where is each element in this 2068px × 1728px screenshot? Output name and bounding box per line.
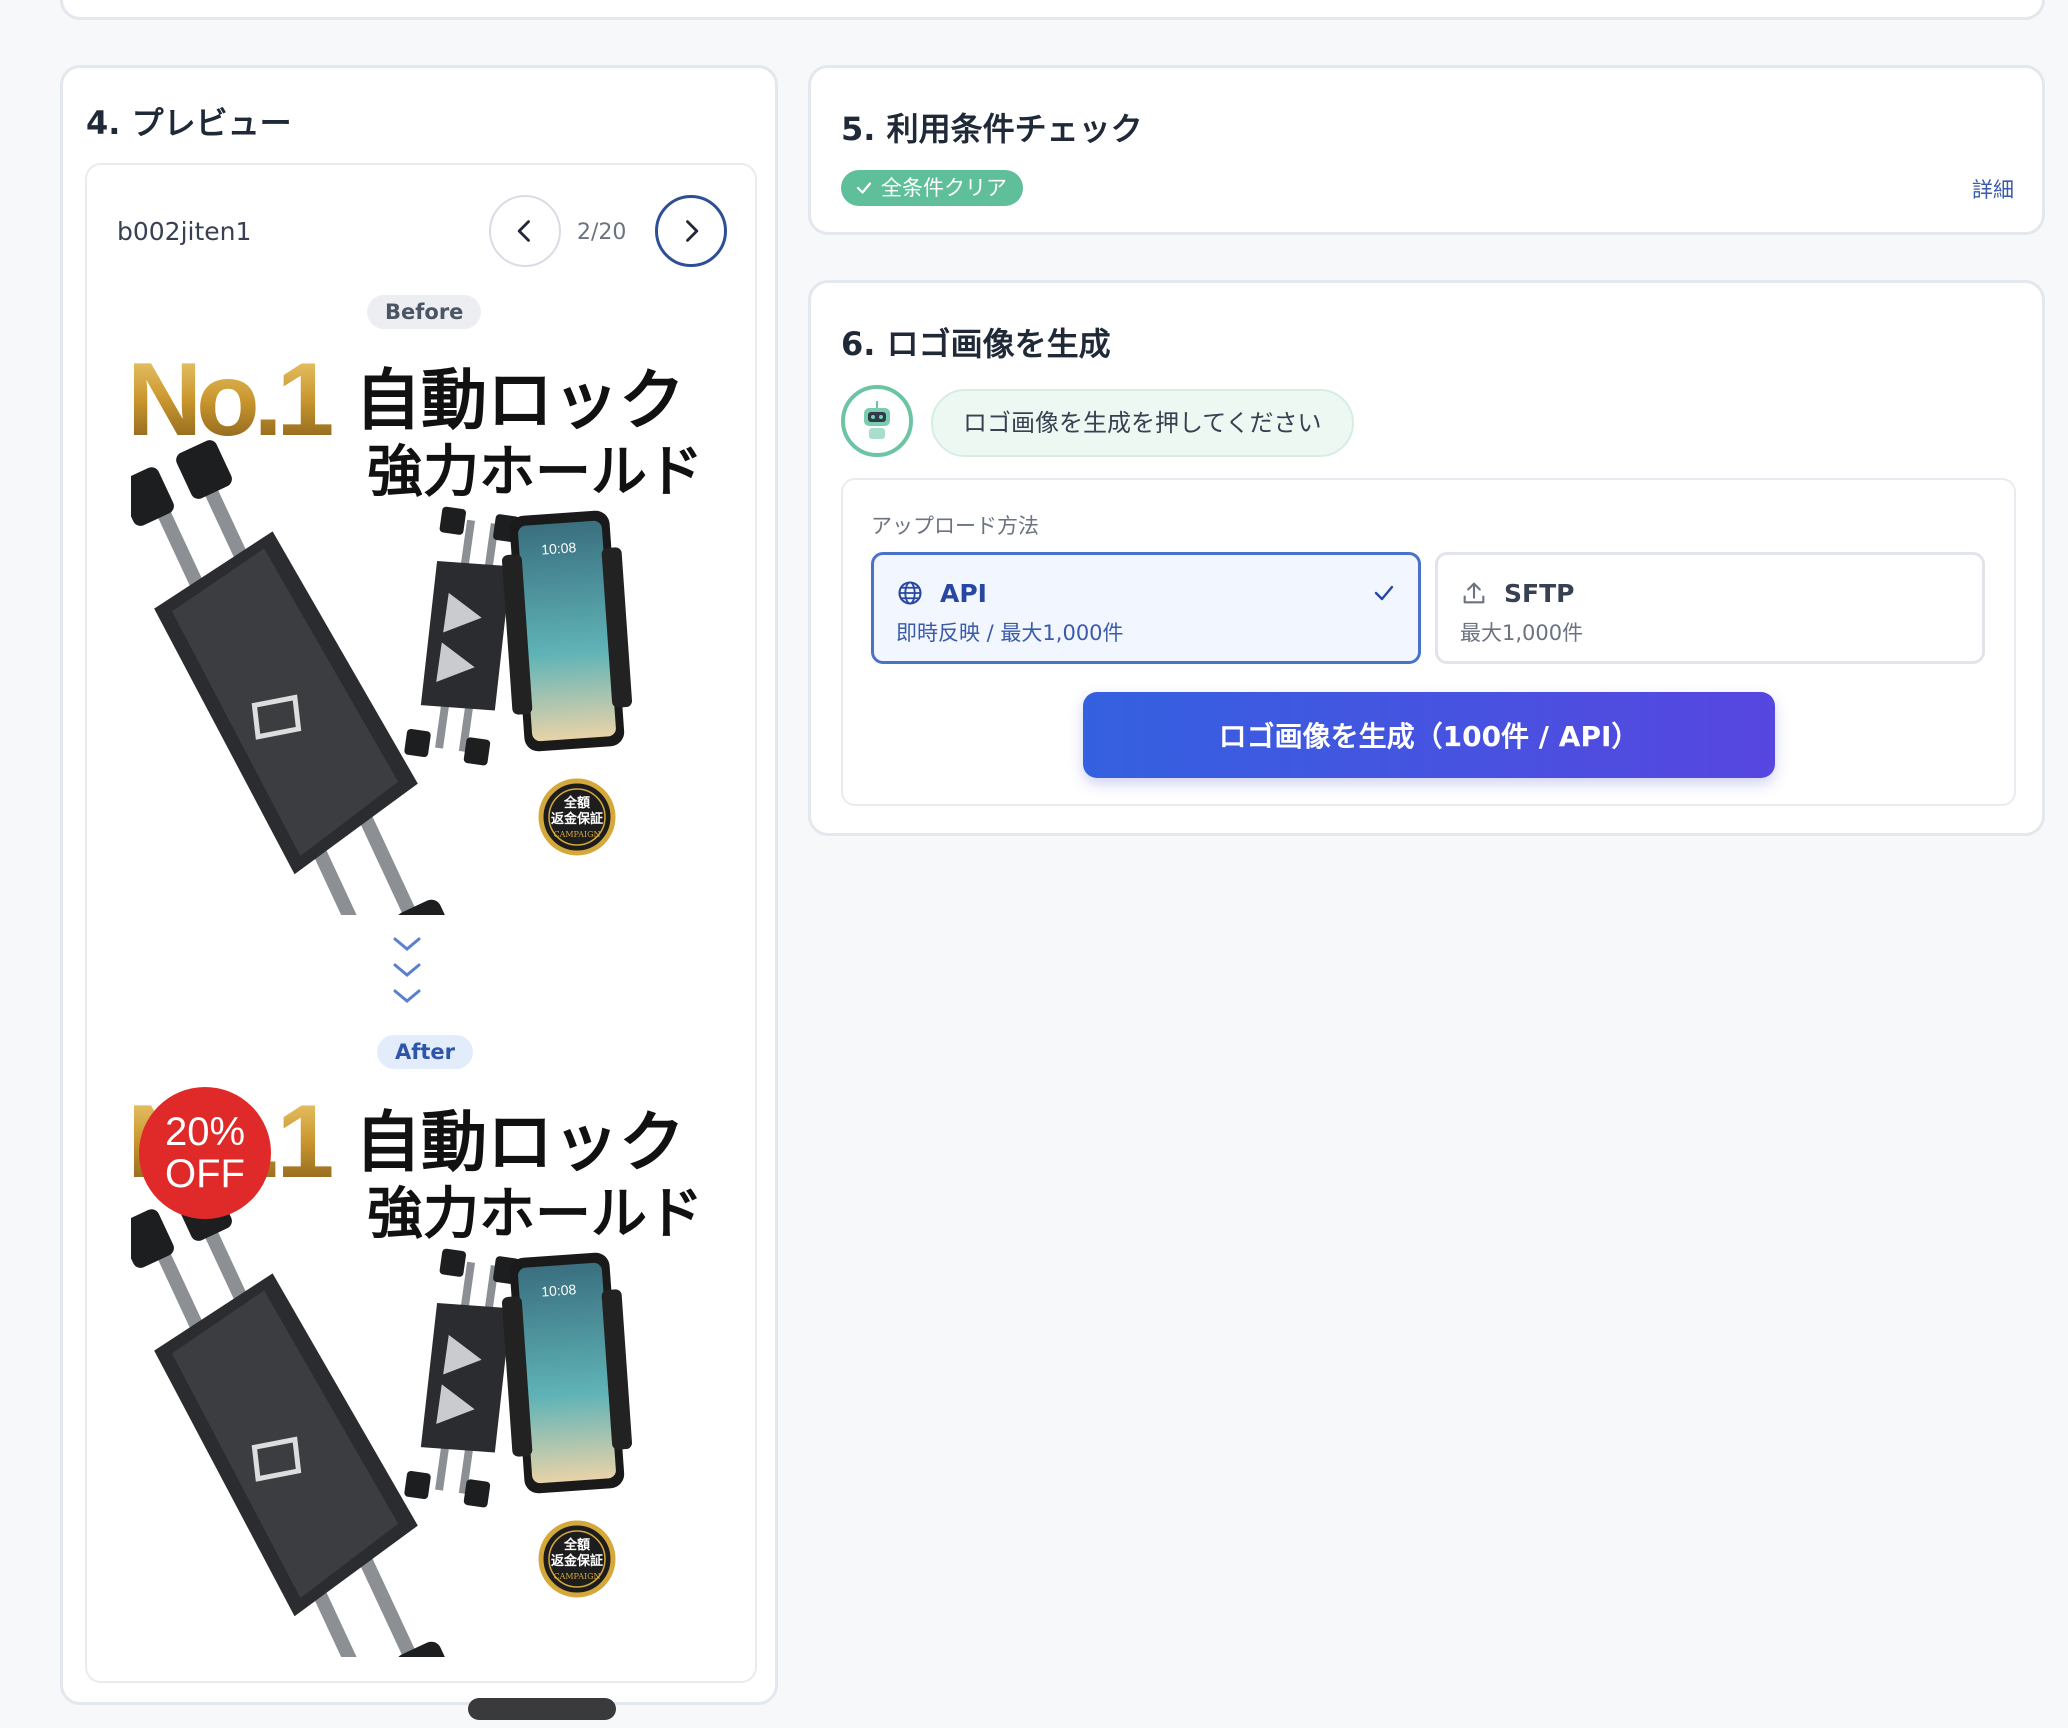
upload-icon <box>1463 582 1485 604</box>
scroll-handle[interactable] <box>468 1698 616 1720</box>
item-id: b002jiten1 <box>117 217 252 246</box>
terms-check-panel: 5. 利用条件チェック 全条件クリア 詳細 <box>808 65 2045 235</box>
preview-panel: 4. プレビュー b002jiten1 2/20 Before No.1 自動ロ… <box>60 65 778 1705</box>
headline-sub: 強力ホールド <box>367 1182 703 1247</box>
assistant-message: ロゴ画像を生成を押してください <box>931 389 1354 457</box>
before-product-image: No.1 自動ロック 強力ホールド 10:08 全額 返金保証 CAMPAIGN <box>131 342 703 915</box>
upload-method-label: アップロード方法 <box>871 514 1039 538</box>
phone-time: 10:08 <box>541 1281 577 1299</box>
seal-line1: 全額 <box>563 795 590 811</box>
chevron-right-icon <box>686 220 699 242</box>
chevrons-down-icon <box>393 937 421 1003</box>
page-counter: 2/20 <box>577 220 627 245</box>
sale-badge: 20% OFF <box>139 1087 271 1219</box>
upload-option-sftp-subtitle: 最大1,000件 <box>1460 621 1584 645</box>
next-item-button[interactable] <box>655 195 727 267</box>
generate-logo-button[interactable]: ロゴ画像を生成（100件 / API） <box>1083 692 1775 778</box>
seal-line1: 全額 <box>563 1537 590 1553</box>
terms-title: 5. 利用条件チェック <box>841 110 1143 148</box>
chevron-left-icon <box>517 220 530 242</box>
upload-option-sftp[interactable]: SFTP 最大1,000件 <box>1435 552 1985 664</box>
status-badge-label: 全条件クリア <box>881 176 1007 200</box>
selected-check-icon <box>1374 585 1394 601</box>
sale-badge-percent: 20% <box>164 1110 246 1154</box>
check-icon <box>856 182 872 194</box>
upload-option-sftp-title: SFTP <box>1504 579 1575 608</box>
headline-main: 自動ロック <box>355 362 685 439</box>
headline-no1: No.1 <box>131 342 332 458</box>
upload-method-box: アップロード方法 API 即時反映 / 最大1,000件 SFTP 最大1,00… <box>841 478 2016 806</box>
status-badge: 全条件クリア <box>841 170 1023 206</box>
previous-item-button[interactable] <box>489 195 561 267</box>
seal-line2: 返金保証 <box>551 811 603 827</box>
details-link[interactable]: 詳細 <box>1972 174 2014 204</box>
after-tag: After <box>377 1035 474 1069</box>
headline-sub: 強力ホールド <box>367 440 703 505</box>
upload-option-api-title: API <box>940 579 987 608</box>
previous-section-card <box>60 0 2045 20</box>
preview-card: b002jiten1 2/20 Before No.1 自動ロック 強力ホールド <box>85 163 757 1683</box>
robot-icon <box>864 401 890 439</box>
generate-title: 6. ロゴ画像を生成 <box>841 325 1111 363</box>
upload-option-api[interactable]: API 即時反映 / 最大1,000件 <box>871 552 1421 664</box>
headline-main: 自動ロック <box>355 1104 685 1181</box>
robot-avatar <box>841 385 913 457</box>
globe-icon <box>898 581 922 605</box>
sale-badge-off: OFF <box>165 1152 245 1196</box>
seal-line3: CAMPAIGN <box>553 830 600 839</box>
upload-option-api-subtitle: 即時反映 / 最大1,000件 <box>896 621 1124 645</box>
seal-line3: CAMPAIGN <box>553 1572 600 1581</box>
generate-logo-panel: 6. ロゴ画像を生成 ロゴ画像を生成を押してください アップロード方法 API … <box>808 280 2045 836</box>
seal-line2: 返金保証 <box>551 1553 603 1569</box>
before-tag: Before <box>367 295 482 329</box>
phone-time: 10:08 <box>541 539 577 557</box>
preview-title: 4. プレビュー <box>86 104 292 142</box>
